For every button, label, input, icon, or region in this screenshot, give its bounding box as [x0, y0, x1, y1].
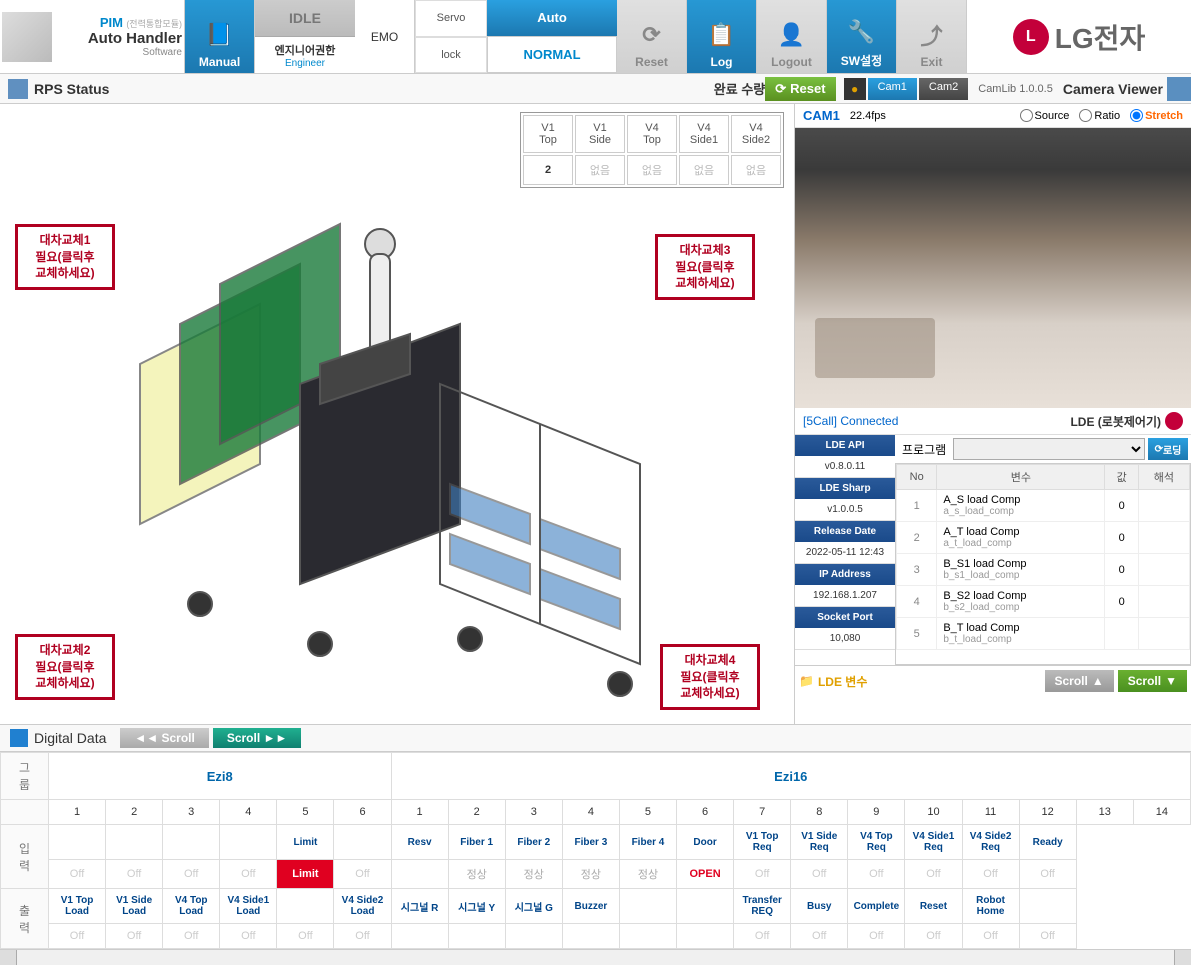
- lg-circle-icon: L: [1013, 19, 1049, 55]
- camera-header: CAM1 22.4fps Source Ratio Stretch: [795, 104, 1191, 128]
- servo-lock: Servo lock: [415, 0, 487, 73]
- source-radio[interactable]: Source: [1020, 109, 1070, 122]
- count-table: V1 TopV1 SideV4 TopV4 Side1V4 Side2 2없음없…: [520, 112, 784, 188]
- scroll-down-button[interactable]: Scroll ▼: [1118, 670, 1187, 692]
- rps-status-title: RPS Status: [34, 81, 109, 97]
- up-arrow-icon: ▲: [1092, 674, 1104, 688]
- lde-title: LDE (로봇제어기): [1070, 413, 1161, 430]
- ratio-radio[interactable]: Ratio: [1079, 109, 1120, 122]
- dd-scroll-right[interactable]: Scroll ►►: [213, 728, 301, 748]
- refresh-icon: ⟳: [775, 81, 786, 97]
- lde-vars-label: LDE 변수: [818, 673, 867, 690]
- machine-3d-view: [120, 184, 680, 704]
- complete-qty-label: 완료 수량: [714, 79, 765, 98]
- scroll-up-button[interactable]: Scroll ▲: [1045, 670, 1114, 692]
- pim-sub: (전력통합모듈): [126, 19, 182, 29]
- program-select[interactable]: [953, 438, 1145, 460]
- app-name: Auto Handler: [57, 30, 182, 47]
- camera-fps: 22.4fps: [850, 110, 886, 122]
- refresh-icon: ⟳: [1155, 444, 1163, 455]
- cam2-tab[interactable]: Cam2: [919, 78, 968, 100]
- camera-feed: [795, 128, 1191, 408]
- logo-3d-icon: [2, 12, 52, 62]
- book-icon: 📘: [204, 19, 236, 51]
- reset-count-button[interactable]: ⟳Reset: [765, 77, 835, 101]
- lde-info-panel: LDE APIv0.8.0.11 LDE Sharpv1.0.0.5 Relea…: [795, 435, 895, 665]
- log-button[interactable]: 📋Log: [687, 0, 757, 73]
- lg-logo: LLG전자: [967, 0, 1191, 73]
- film-icon[interactable]: [1167, 77, 1191, 101]
- lde-status-bar: [5Call] Connected LDE (로봇제어기): [795, 408, 1191, 435]
- logout-button[interactable]: 👤Logout: [757, 0, 827, 73]
- program-label: 프로그램: [898, 441, 950, 458]
- down-arrow-icon: ▼: [1165, 674, 1177, 688]
- engineer-label: 엔지니어권한: [275, 42, 336, 58]
- calendar-icon: 📋: [706, 19, 738, 51]
- exit-button[interactable]: ⤴Exit: [897, 0, 967, 73]
- top-toolbar: PIM (전력통합모듈) Auto Handler Software 📘Manu…: [0, 0, 1191, 74]
- cam1-tab[interactable]: Cam1: [868, 78, 917, 100]
- swap-1-button[interactable]: 대차교체1 필요(클릭후 교체하세요): [15, 224, 115, 290]
- lg-small-icon: [1165, 412, 1183, 430]
- dd-title: Digital Data: [34, 730, 106, 746]
- wrench-icon: 🔧: [846, 16, 878, 48]
- camlib-version: CamLib 1.0.0.5: [978, 83, 1053, 95]
- data-icon: [10, 729, 28, 747]
- sw-settings-button[interactable]: 🔧SW설정: [827, 0, 897, 73]
- stretch-radio[interactable]: Stretch: [1130, 109, 1183, 122]
- auto-mode: Auto: [487, 0, 617, 36]
- idle-label: IDLE: [255, 0, 355, 37]
- lock-label: lock: [415, 37, 487, 74]
- dd-scroll-left[interactable]: ◄◄ Scroll: [120, 728, 208, 748]
- normal-mode: NORMAL: [487, 36, 617, 74]
- digital-data-header: Digital Data ◄◄ Scroll Scroll ►►: [0, 724, 1191, 752]
- camera-viewer-label: Camera Viewer: [1063, 81, 1163, 97]
- mode-indicator: Auto NORMAL: [487, 0, 617, 73]
- software-label: Software: [57, 47, 182, 58]
- reload-button[interactable]: ⟳로딩: [1148, 438, 1188, 460]
- connection-status: [5Call] Connected: [803, 414, 898, 428]
- emo-indicator: EMO: [355, 0, 415, 73]
- digital-data-body: 그 룹Ezi8Ezi161234561234567891011121314입 력…: [0, 752, 1191, 949]
- idle-status: IDLE 엔지니어권한Engineer: [255, 0, 355, 73]
- pim-label: PIM: [100, 15, 123, 30]
- user-icon: 👤: [776, 19, 808, 51]
- app-logo: PIM (전력통합모듈) Auto Handler Software: [0, 0, 185, 73]
- status-icon: [8, 79, 28, 99]
- horizontal-scrollbar[interactable]: [0, 949, 1191, 965]
- swap-2-button[interactable]: 대차교체2 필요(클릭후 교체하세요): [15, 634, 115, 700]
- engineer-en: Engineer: [285, 58, 325, 69]
- servo-label: Servo: [415, 0, 487, 37]
- rps-visualization: V1 TopV1 SideV4 TopV4 Side1V4 Side2 2없음없…: [0, 104, 795, 724]
- folder-icon: 📁: [799, 674, 814, 688]
- status-bar: RPS Status 완료 수량 ⟳Reset ● Cam1 Cam2 CamL…: [0, 74, 1191, 104]
- manual-button[interactable]: 📘Manual: [185, 0, 255, 73]
- exit-icon: ⤴: [916, 19, 948, 51]
- refresh-icon: ⟳: [636, 19, 668, 51]
- variable-table[interactable]: No변수값해석 1A_S load Compa_s_load_comp02A_T…: [895, 463, 1191, 665]
- cam-record-icon[interactable]: ●: [844, 78, 866, 100]
- reset-button[interactable]: ⟳Reset: [617, 0, 687, 73]
- camera-name: CAM1: [803, 108, 840, 123]
